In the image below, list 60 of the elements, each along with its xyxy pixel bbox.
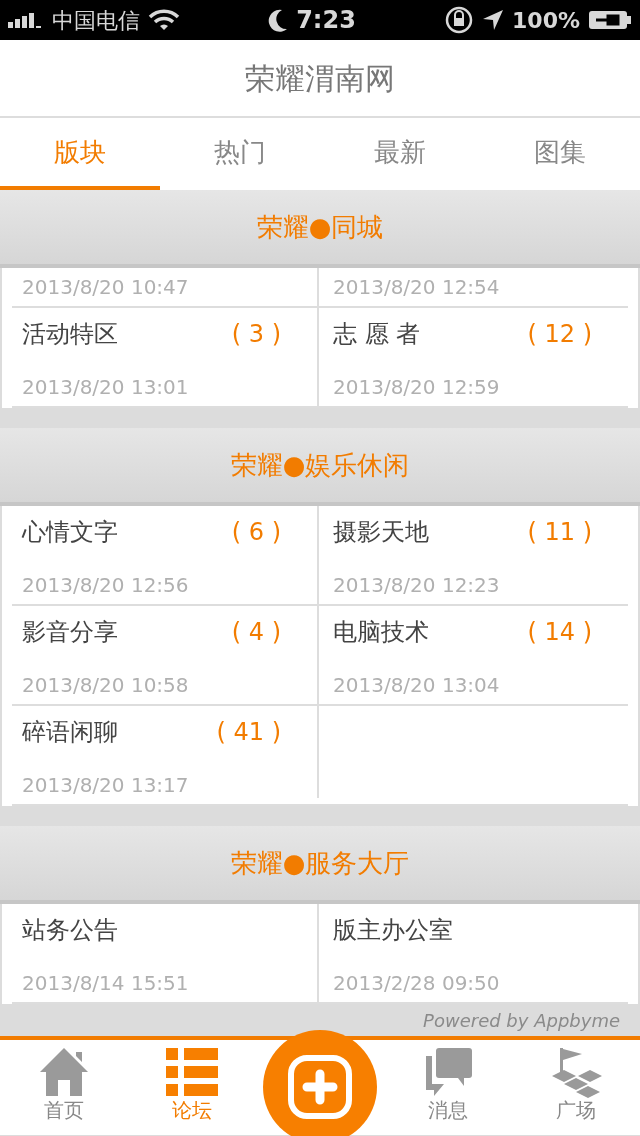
carrier-name: 中国电信 — [52, 6, 140, 35]
list-icon — [166, 1046, 218, 1098]
board-name: 碎语闲聊 — [22, 717, 118, 748]
rotation-lock-icon — [444, 5, 475, 35]
board-name: 摄影天地 — [333, 517, 429, 548]
forum-board[interactable]: 心情文字 ( 6 ) 2013/8/20 12:56 — [12, 506, 317, 604]
section-title: 荣耀●服务大厅 — [230, 846, 410, 880]
forum-board[interactable]: 志 愿 者 ( 12 ) 2013/8/20 12:59 — [317, 308, 628, 406]
home-icon — [38, 1046, 90, 1098]
post-count: ( 41 ) — [216, 717, 281, 748]
forum-board[interactable]: 电脑技术 ( 14 ) 2013/8/20 13:04 — [317, 606, 628, 704]
post-count: ( 6 ) — [231, 517, 281, 548]
powered-by-text: Powered by Appbyme — [423, 1008, 620, 1033]
board-date: 2013/8/20 13:04 — [333, 672, 501, 699]
nav-tab[interactable]: 首页 — [0, 1040, 128, 1135]
flag-map-icon — [550, 1046, 602, 1098]
board-date: 2013/8/20 12:56 — [22, 572, 190, 599]
forum-board[interactable]: 活动特区 ( 3 ) 2013/8/20 13:01 — [12, 308, 317, 406]
forum-board[interactable]: 2013/8/20 12:54 — [317, 268, 628, 306]
signal-icon — [8, 12, 44, 28]
board-date: 2013/2/28 09:50 — [333, 970, 501, 997]
post-count: ( 12 ) — [527, 319, 592, 350]
board-date: 2013/8/20 12:23 — [333, 572, 501, 599]
forum-board[interactable]: 碎语闲聊 ( 41 ) 2013/8/20 13:17 — [12, 706, 317, 804]
section-title: 荣耀●同城 — [256, 210, 384, 244]
post-count: ( 11 ) — [527, 517, 592, 548]
forum-board[interactable]: 影音分享 ( 4 ) 2013/8/20 10:58 — [12, 606, 317, 704]
battery-percent: 100% — [512, 6, 580, 35]
board-date: 2013/8/20 13:01 — [22, 374, 190, 401]
forum-board[interactable]: 版主办公室 2013/2/28 09:50 — [317, 904, 628, 1002]
forum-board[interactable]: 摄影天地 ( 11 ) 2013/8/20 12:23 — [317, 506, 628, 604]
post-count: ( 4 ) — [231, 617, 281, 648]
add-icon — [287, 1054, 353, 1120]
section-title: 荣耀●娱乐休闲 — [230, 448, 410, 482]
nav-tab[interactable]: 广场 — [512, 1040, 640, 1135]
post-count: ( 14 ) — [527, 617, 592, 648]
board-date: 2013/8/14 15:51 — [22, 970, 190, 997]
status-time: 7:23 — [296, 5, 356, 36]
location-icon — [482, 9, 505, 31]
nav-tab[interactable]: 消息 — [384, 1040, 512, 1135]
board-name: 活动特区 — [22, 319, 118, 350]
post-count: ( 3 ) — [231, 319, 281, 350]
board-name: 电脑技术 — [333, 617, 429, 648]
board-name: 站务公告 — [22, 915, 118, 946]
nav-tab[interactable]: 论坛 — [128, 1040, 256, 1135]
board-name: 志 愿 者 — [333, 319, 421, 350]
board-name: 心情文字 — [22, 517, 118, 548]
board-date: 2013/8/20 13:17 — [22, 772, 190, 799]
wifi-icon — [148, 9, 180, 31]
forum-board[interactable]: 站务公告 2013/8/14 15:51 — [12, 904, 317, 1002]
board-date: 2013/8/20 12:59 — [333, 374, 501, 401]
board-name: 影音分享 — [22, 617, 118, 648]
battery-icon — [588, 9, 632, 31]
board-date: 2013/8/20 12:54 — [333, 274, 501, 301]
board-date: 2013/8/20 10:47 — [22, 274, 190, 301]
moon-icon — [268, 8, 289, 32]
page-title: 荣耀渭南网 — [245, 59, 395, 98]
board-date: 2013/8/20 10:58 — [22, 672, 190, 699]
board-name: 版主办公室 — [333, 915, 453, 946]
forum-board[interactable]: 2013/8/20 10:47 — [12, 268, 317, 306]
